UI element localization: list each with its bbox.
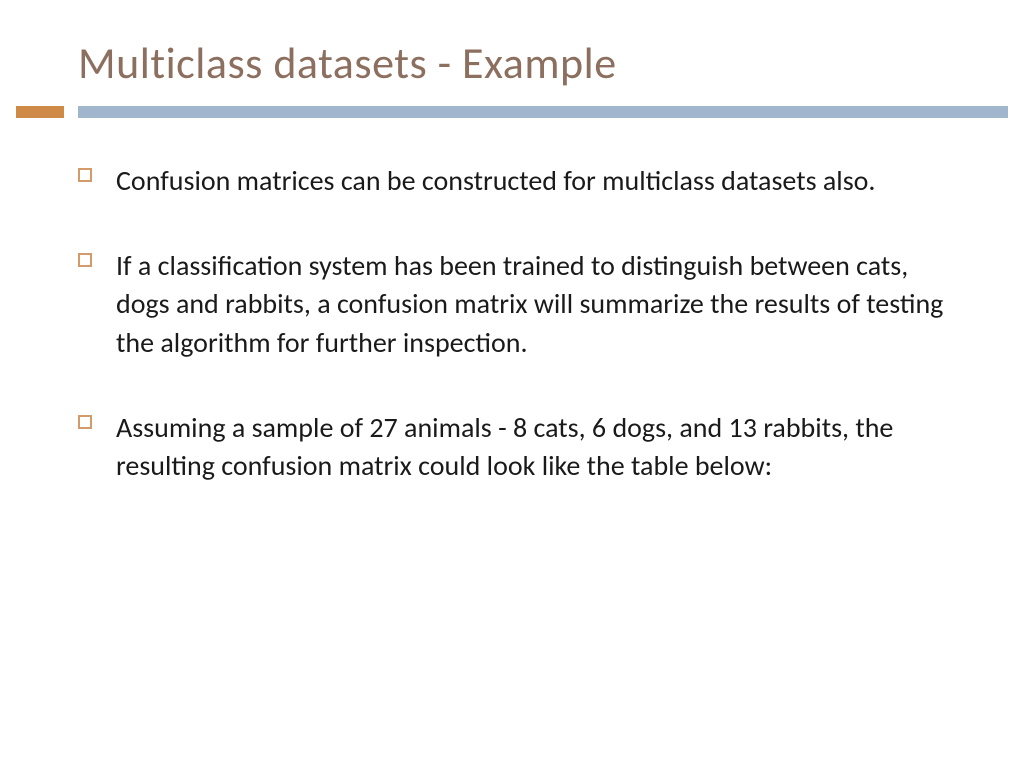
slide-title: Multiclass datasets - Example — [0, 0, 1024, 106]
bullet-item: Assuming a sample of 27 animals - 8 cats… — [116, 409, 946, 486]
bullet-item: If a classification system has been trai… — [116, 247, 946, 363]
slide-content: Confusion matrices can be constructed fo… — [0, 118, 1024, 486]
bullet-marker-icon — [78, 168, 92, 182]
bullet-text: If a classification system has been trai… — [116, 247, 946, 363]
bullet-marker-icon — [78, 253, 92, 267]
bullet-marker-icon — [78, 415, 92, 429]
slide: Multiclass datasets - Example Confusion … — [0, 0, 1024, 768]
bullet-text: Assuming a sample of 27 animals - 8 cats… — [116, 409, 946, 486]
accent-block — [16, 106, 64, 118]
bullet-item: Confusion matrices can be constructed fo… — [116, 162, 946, 201]
bullet-text: Confusion matrices can be constructed fo… — [116, 162, 946, 201]
divider — [0, 106, 1024, 118]
divider-bar — [78, 106, 1008, 118]
